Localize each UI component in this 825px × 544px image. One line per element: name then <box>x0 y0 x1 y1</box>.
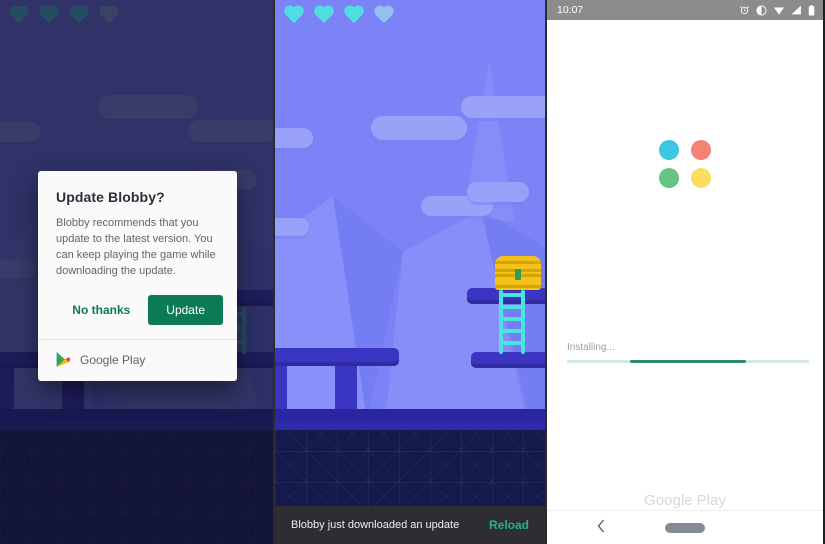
battery-icon <box>808 4 815 16</box>
progress-bar <box>629 360 747 363</box>
brick-top-edge <box>275 420 545 430</box>
google-play-label: Google Play <box>80 352 146 367</box>
no-thanks-button[interactable]: No thanks <box>64 297 138 323</box>
platform-pillar <box>335 366 357 412</box>
snackbar-message: Blobby just downloaded an update <box>291 519 460 531</box>
cloud <box>275 128 313 148</box>
google-play-triangle-icon <box>56 351 71 368</box>
ladder <box>499 290 525 354</box>
alarm-icon <box>739 5 750 16</box>
install-progress-section: Installing... <box>567 342 809 363</box>
dot-cyan <box>659 140 679 160</box>
dialog-title: Update Blobby? <box>56 189 165 205</box>
update-dialog: Update Blobby? Blobby recommends that yo… <box>38 171 237 381</box>
cloud <box>467 182 529 202</box>
status-icons <box>739 4 815 16</box>
dialog-body: Blobby recommends that you update to the… <box>56 217 216 277</box>
platform-lower-right <box>471 352 545 368</box>
platform-pillar <box>275 366 287 412</box>
dialog-footer: Google Play <box>38 339 237 381</box>
cloud <box>275 218 309 236</box>
game-scene <box>275 0 545 544</box>
heart-icon <box>313 6 335 26</box>
dot-yellow <box>691 168 711 188</box>
reload-button[interactable]: Reload <box>489 518 529 532</box>
screenshot-root: Update Blobby? Blobby recommends that yo… <box>0 0 825 544</box>
status-bar: 10:07 <box>547 0 823 20</box>
dialog-actions: No thanks Update <box>38 279 237 339</box>
heart-icon <box>283 6 305 26</box>
progress-track <box>567 360 809 363</box>
wifi-icon <box>773 5 785 15</box>
cloud <box>371 116 467 140</box>
install-status-label: Installing... <box>567 342 615 353</box>
ground-band <box>275 409 545 420</box>
panel-game-snackbar: Blobby just downloaded an update Reload <box>275 0 547 544</box>
update-snackbar: Blobby just downloaded an update Reload <box>275 506 545 544</box>
hud-hearts <box>283 6 395 26</box>
platform <box>275 348 399 366</box>
panel-game-update-dialog: Update Blobby? Blobby recommends that yo… <box>0 0 275 544</box>
navigation-bar <box>547 510 823 544</box>
dot-green <box>659 168 679 188</box>
do-not-disturb-icon <box>756 4 767 16</box>
dot-red <box>691 140 711 160</box>
update-button[interactable]: Update <box>148 295 223 325</box>
google-play-wordmark: Google Play <box>644 492 726 509</box>
signal-icon <box>791 5 802 15</box>
panel-play-store-installing: 10:07 Installing... Google Play <box>547 0 823 544</box>
heart-icon-empty <box>373 6 395 26</box>
treasure-chest <box>495 256 541 290</box>
gesture-home-pill[interactable] <box>665 522 705 533</box>
back-chevron-icon[interactable] <box>597 519 605 536</box>
status-clock: 10:07 <box>557 4 584 16</box>
play-loading-dots <box>547 140 823 188</box>
cloud <box>461 96 545 118</box>
store-body: Installing... Google Play <box>547 20 823 510</box>
heart-icon <box>343 6 365 26</box>
